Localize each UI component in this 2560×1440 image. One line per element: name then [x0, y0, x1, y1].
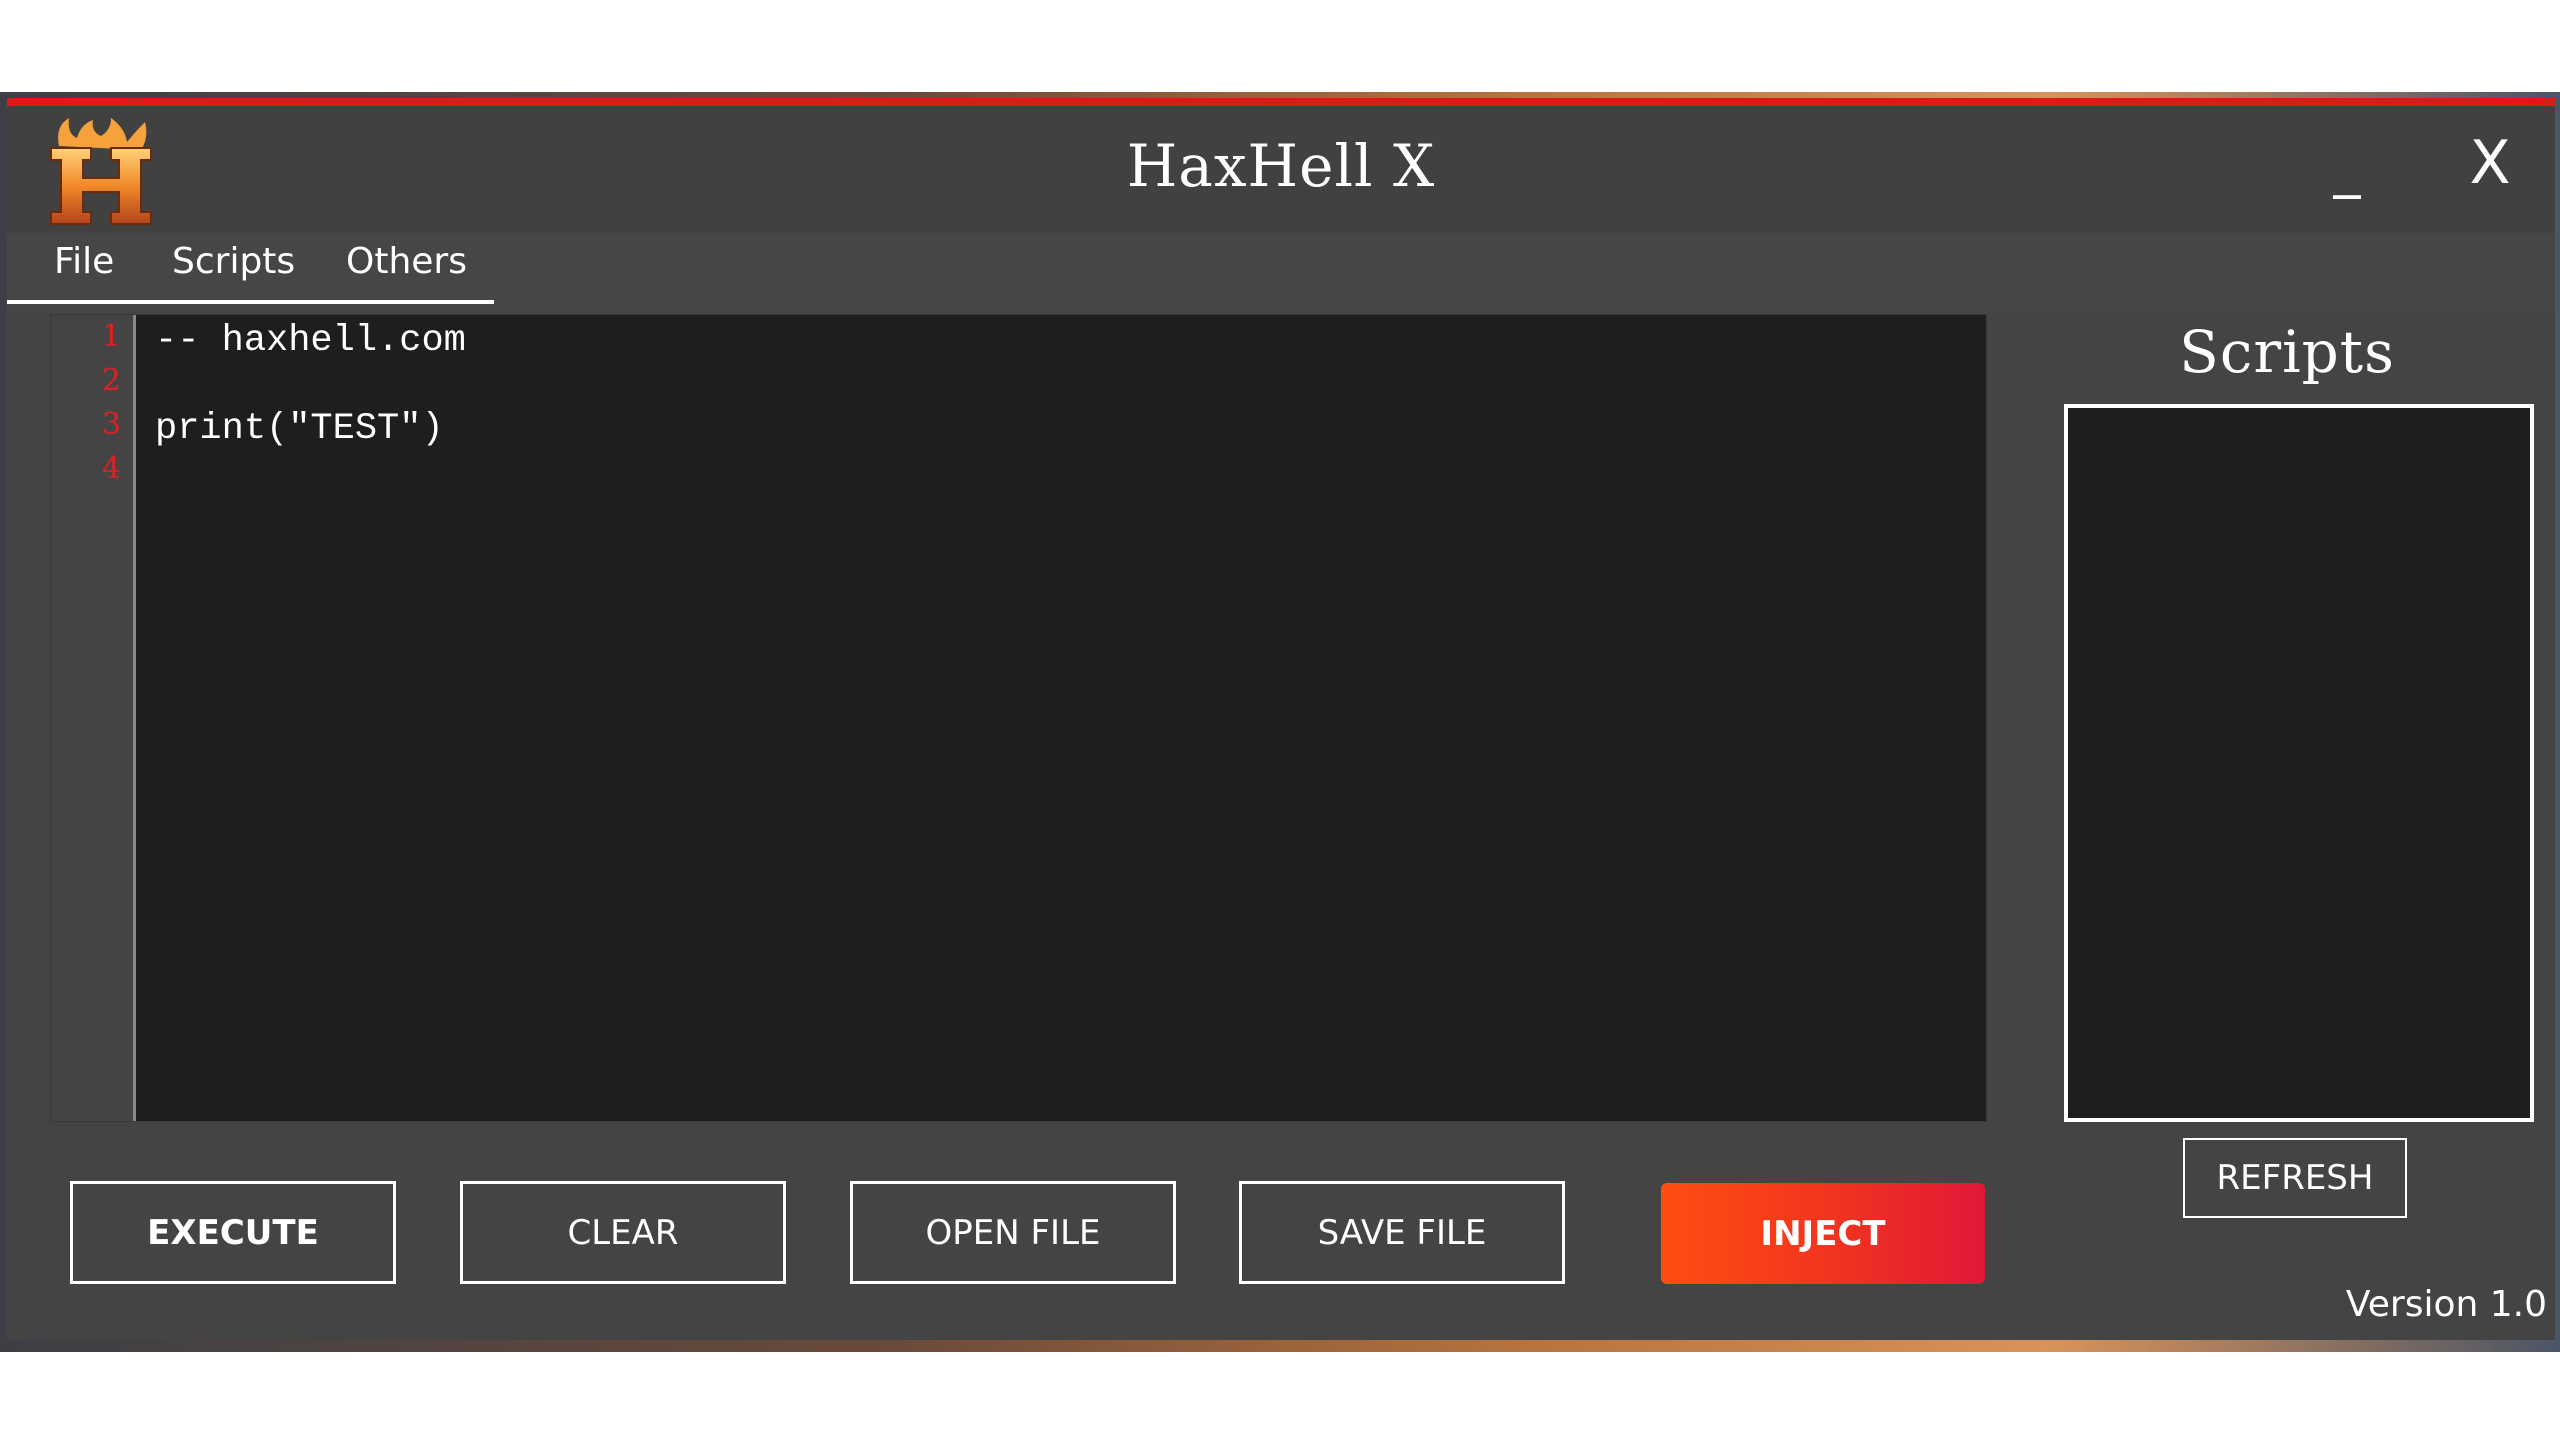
- line-number: 4: [101, 451, 121, 486]
- clear-button[interactable]: CLEAR: [460, 1181, 786, 1284]
- scripts-list[interactable]: [2064, 404, 2534, 1122]
- line-number-gutter: 1 2 3 4: [51, 315, 136, 1121]
- close-button[interactable]: X: [2455, 128, 2525, 198]
- line-number: 2: [101, 363, 121, 398]
- window-title: HaxHell X: [1126, 132, 1436, 200]
- minimize-button[interactable]: _: [2317, 136, 2377, 199]
- code-line[interactable]: -- haxhell.com: [155, 319, 466, 363]
- save-file-button[interactable]: SAVE FILE: [1239, 1181, 1565, 1284]
- line-number: 1: [101, 319, 121, 354]
- line-number: 3: [101, 407, 121, 442]
- code-editor[interactable]: 1 2 3 4 -- haxhell.com print("TEST"): [50, 314, 1987, 1122]
- menu-others[interactable]: Others: [346, 241, 467, 282]
- code-line[interactable]: print("TEST"): [155, 407, 444, 451]
- app-window: HaxHell X _ X File Scripts Others 1 2 3 …: [7, 98, 2555, 1340]
- menu-scripts[interactable]: Scripts: [172, 241, 295, 282]
- menu-file[interactable]: File: [54, 241, 114, 282]
- inject-button[interactable]: INJECT: [1661, 1183, 1985, 1284]
- scripts-panel-title: Scripts: [2179, 318, 2395, 386]
- open-file-button[interactable]: OPEN FILE: [850, 1181, 1176, 1284]
- version-label: Version 1.0: [2345, 1284, 2547, 1325]
- title-bar[interactable]: HaxHell X _ X: [7, 106, 2555, 233]
- execute-button[interactable]: EXECUTE: [70, 1181, 396, 1284]
- refresh-button[interactable]: REFRESH: [2183, 1138, 2407, 1218]
- menu-bar-underline: [7, 300, 494, 304]
